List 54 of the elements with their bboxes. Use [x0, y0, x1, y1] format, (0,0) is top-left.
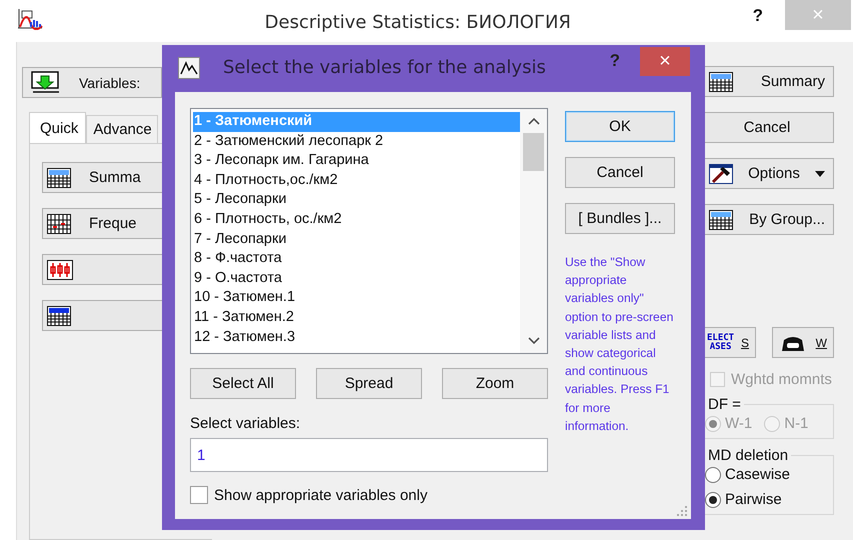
- close-button[interactable]: ×: [640, 47, 690, 76]
- radio-label: Casewise: [725, 466, 790, 483]
- list-item[interactable]: 9 - О.частота: [193, 268, 520, 288]
- list-item[interactable]: 5 - Лесопарки: [193, 190, 520, 210]
- summary-table-icon: [47, 168, 71, 188]
- radio-button[interactable]: [705, 492, 721, 508]
- table-icon: [47, 306, 71, 326]
- radio-label: Pairwise: [725, 491, 782, 508]
- list-item[interactable]: 8 - Ф.частота: [193, 249, 520, 269]
- radio-button[interactable]: [705, 466, 721, 482]
- dialog-title: Select the variables for the analysis: [223, 57, 547, 78]
- list-item[interactable]: 12 - Затюмен.3: [193, 328, 520, 348]
- icon-text: ASES: [708, 342, 732, 352]
- grouped-table-icon: [709, 210, 733, 230]
- group-label: MD deletion: [707, 447, 790, 464]
- field-label: Select variables:: [190, 415, 302, 432]
- dialog-button[interactable]: [ Bundles ]...: [565, 203, 675, 234]
- box-plot-icon: [47, 260, 73, 280]
- scroll-up-icon: [528, 117, 540, 125]
- list-button[interactable]: Zoom: [442, 368, 548, 399]
- variable-list[interactable]: [190, 108, 548, 354]
- window-title: Descriptive Statistics: БИОЛОГИЯ: [264, 11, 572, 33]
- hammer-icon: [709, 164, 733, 184]
- scroll-down-icon: [528, 337, 540, 345]
- radio-label: W-1: [725, 415, 752, 432]
- icon-text: ELECT: [707, 334, 734, 342]
- resize-grip-icon: [675, 504, 687, 516]
- dialog-button[interactable]: Cancel: [565, 157, 675, 188]
- tab[interactable]: Quick: [29, 112, 86, 143]
- dropdown-caret-icon: [814, 170, 825, 176]
- dialog-button[interactable]: OK: [565, 111, 675, 142]
- list-item[interactable]: 2 - Затюменский лесопарк 2: [193, 132, 520, 152]
- variables-button[interactable]: Variables:: [22, 67, 162, 98]
- input-field[interactable]: 1: [190, 438, 548, 472]
- group-label: DF =: [707, 396, 742, 413]
- list-item[interactable]: 10 - Затюмен.1: [193, 288, 520, 308]
- help-text: Use the "Show appropriate variables only" option to pre-screen variable lists and show categorical and continuous variables. Press F1 for more information.: [565, 254, 674, 435]
- chart-icon: [17, 8, 43, 30]
- scroll-thumb[interactable]: [523, 133, 544, 171]
- scrollbar[interactable]: [520, 109, 547, 353]
- frequency-table-icon: [47, 214, 71, 234]
- weights-button[interactable]: W: [772, 327, 834, 358]
- checkbox-label: Show appropriate variables only: [214, 486, 428, 504]
- list-button[interactable]: Spread: [316, 368, 422, 399]
- variables-list-icon: [31, 70, 61, 94]
- chart-icon: [178, 57, 200, 79]
- list-button[interactable]: Select All: [190, 368, 296, 399]
- tab[interactable]: Advance: [86, 115, 158, 143]
- checkbox[interactable]: [190, 486, 208, 504]
- checkbox-label: Wghtd momnts: [731, 371, 832, 388]
- summary-table-icon: [709, 72, 733, 92]
- help-button[interactable]: ?: [752, 6, 763, 26]
- list-item[interactable]: 11 - Затюмен.2: [193, 308, 520, 328]
- radio-label: N-1: [784, 415, 808, 432]
